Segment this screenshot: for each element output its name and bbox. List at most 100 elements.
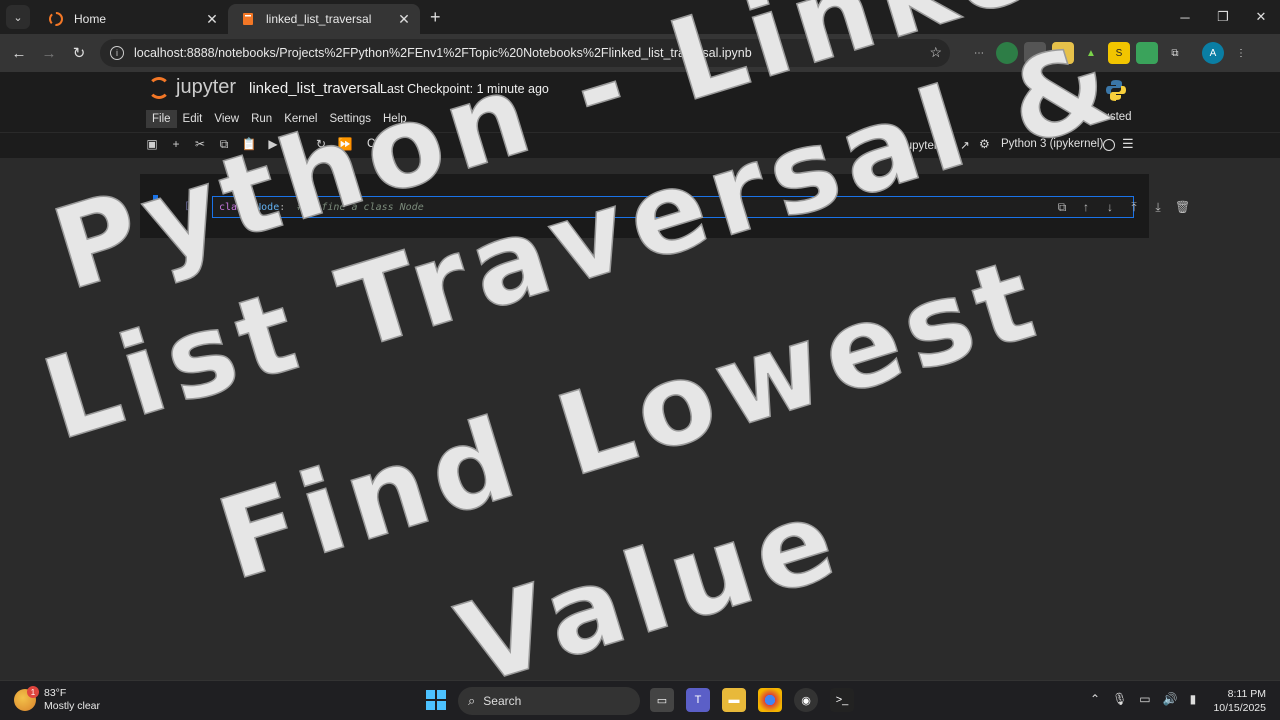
move-up-icon[interactable]: ↑ xyxy=(1079,200,1093,215)
python-logo-icon xyxy=(1106,80,1126,101)
clock-date: 10/15/2025 xyxy=(1213,702,1266,714)
chrome-icon[interactable] xyxy=(758,688,782,712)
save-icon[interactable]: ▣ xyxy=(144,137,160,151)
bookmark-star-icon[interactable]: ☆ xyxy=(929,44,942,61)
menu-edit[interactable]: Edit xyxy=(177,110,209,128)
temperature: 83°F xyxy=(44,687,67,699)
menu-file[interactable]: File xyxy=(146,110,177,128)
new-tab-icon[interactable]: + xyxy=(430,7,441,28)
tab-title: Home xyxy=(74,12,107,26)
microphone-icon[interactable]: 🎙 xyxy=(1112,692,1127,706)
cell-collapser[interactable] xyxy=(153,195,158,217)
stop-icon[interactable]: ■ xyxy=(289,137,305,151)
restart-run-all-icon[interactable]: ⏩ xyxy=(337,137,353,151)
jupyter-header: jupyter linked_list_traversal Last Check… xyxy=(0,72,1280,108)
task-view-icon[interactable]: ▭ xyxy=(650,688,674,712)
close-tab-icon[interactable]: ✕ xyxy=(204,11,220,28)
kernel-name[interactable]: Python 3 (ipykernel) xyxy=(1001,138,1103,150)
taskbar-search[interactable]: ⌕ Search xyxy=(458,687,640,715)
network-icon[interactable]: ▭ xyxy=(1139,692,1150,706)
jupyter-logo[interactable]: jupyter xyxy=(148,76,236,99)
chevron-up-icon[interactable]: ⌃ xyxy=(1090,692,1100,706)
search-label: Search xyxy=(483,694,522,708)
cell-toolbar: ⧉ ↑ ↓ ⤒ ⤓ 🗑 xyxy=(1055,200,1191,215)
clock[interactable]: 8:11 PM 10/15/2025 xyxy=(1208,687,1266,715)
maximize-icon[interactable]: ❐ xyxy=(1204,0,1242,34)
chevron-down-icon[interactable]: ⌄ xyxy=(425,138,433,149)
close-tab-icon[interactable]: ✕ xyxy=(396,11,412,28)
tab-home[interactable]: Home ✕ xyxy=(36,4,228,34)
delete-cell-icon[interactable]: 🗑 xyxy=(1175,200,1190,215)
move-down-icon[interactable]: ↓ xyxy=(1103,200,1117,215)
run-icon[interactable]: ▶ xyxy=(265,137,281,151)
menu-kernel[interactable]: Kernel xyxy=(278,110,323,128)
menu-run[interactable]: Run xyxy=(245,110,278,128)
minimize-icon[interactable]: ─ xyxy=(1166,0,1204,34)
menu-help[interactable]: Help xyxy=(377,110,413,128)
windows-start-icon[interactable] xyxy=(426,690,446,710)
extension-icon[interactable] xyxy=(1024,42,1046,64)
file-explorer-icon[interactable]: ▬ xyxy=(722,688,746,712)
extension-icon[interactable] xyxy=(1052,42,1074,64)
clock-time: 8:11 PM xyxy=(1227,688,1266,700)
back-icon[interactable]: ← xyxy=(4,45,34,62)
obs-icon[interactable]: ◉ xyxy=(794,688,818,712)
add-cell-icon[interactable]: + xyxy=(168,137,184,151)
forward-icon[interactable]: → xyxy=(34,45,64,62)
url-text: localhost:8888/notebooks/Projects%2FPyth… xyxy=(134,46,752,60)
reload-icon[interactable]: ↻ xyxy=(64,44,94,62)
tab-title: linked_list_traversal xyxy=(266,12,372,26)
extension-icon[interactable] xyxy=(996,42,1018,64)
insert-above-icon[interactable]: ⤒ xyxy=(1127,200,1141,215)
cut-icon[interactable]: ✂ xyxy=(192,137,208,151)
profile-avatar[interactable]: A xyxy=(1202,42,1224,64)
tab-notebook[interactable]: linked_list_traversal ✕ xyxy=(228,4,420,34)
copy-icon[interactable]: ⧉ xyxy=(216,137,232,152)
jupyter-logo-icon xyxy=(148,76,170,99)
close-window-icon[interactable]: ✕ xyxy=(1242,0,1280,34)
tab-search-dropdown[interactable]: ⌄ xyxy=(6,5,30,29)
notebook-toolbar: ▣ + ✂ ⧉ 📋 ▶ ■ ↻ ⏩ Code ⌄ JupyterLab ↗ ⚙ … xyxy=(0,132,1280,158)
menu-settings[interactable]: Settings xyxy=(323,110,377,128)
cell-editor[interactable]: class Node: # Define a class Node ⧉ ↑ ↓ … xyxy=(212,196,1190,218)
trusted-indicator[interactable]: Trusted xyxy=(1093,111,1132,123)
duplicate-cell-icon[interactable]: ⧉ xyxy=(1055,200,1069,215)
jupyterlab-link[interactable]: JupyterLab ↗ xyxy=(900,138,970,152)
notebook-title[interactable]: linked_list_traversal xyxy=(249,80,381,97)
window-controls: ─ ❐ ✕ xyxy=(1166,0,1280,34)
volume-icon[interactable]: 🔊 xyxy=(1163,692,1178,706)
terminal-icon[interactable]: >_ xyxy=(830,688,854,712)
jupyterlab-label: JupyterLab xyxy=(900,140,957,152)
paste-icon[interactable]: 📋 xyxy=(241,137,257,151)
browser-tab-bar: ⌄ Home ✕ linked_list_traversal ✕ + ─ ❐ ✕ xyxy=(0,0,1280,34)
extension-icon[interactable]: S xyxy=(1108,42,1130,64)
last-checkpoint: Last Checkpoint: 1 minute ago xyxy=(380,82,549,96)
teams-icon[interactable]: T xyxy=(686,688,710,712)
kernel-settings-icon[interactable]: ⚙ xyxy=(979,137,990,151)
more-icon[interactable]: ⋯ xyxy=(968,42,990,64)
taskbar-apps: ▭ T ▬ ◉ >_ xyxy=(650,688,854,712)
insert-below-icon[interactable]: ⤓ xyxy=(1151,200,1165,215)
restart-icon[interactable]: ↻ xyxy=(313,137,329,151)
battery-icon[interactable]: ▮ xyxy=(1190,692,1197,706)
code-cell[interactable]: [ ]: class Node: # Define a class Node ⧉… xyxy=(150,195,1190,219)
cell-code: class Node: # Define a class Node xyxy=(219,202,424,213)
extension-icon[interactable] xyxy=(1136,42,1158,64)
search-icon: ⌕ xyxy=(468,693,476,708)
jupyter-menubar: File Edit View Run Kernel Settings Help … xyxy=(0,108,1280,132)
weather-widget[interactable]: 1 83°F Mostly clear xyxy=(14,686,101,713)
cell-prompt: [ ]: xyxy=(184,201,209,212)
notification-badge: 1 xyxy=(27,686,39,698)
jupyter-favicon xyxy=(49,12,63,26)
code-comment: # Define a class Node xyxy=(297,202,424,213)
weather-condition: Mostly clear xyxy=(44,700,101,712)
system-tray: ⌃ 🎙 ▭ 🔊 ▮ xyxy=(1090,692,1196,706)
puzzle-icon[interactable]: ⧉ xyxy=(1164,42,1186,64)
hamburger-menu-icon[interactable]: ☰ xyxy=(1122,136,1134,152)
url-bar[interactable]: i localhost:8888/notebooks/Projects%2FPy… xyxy=(100,39,950,67)
site-info-icon[interactable]: i xyxy=(110,46,124,60)
cell-type-select[interactable]: Code xyxy=(367,138,395,150)
browser-menu-icon[interactable]: ⋮ xyxy=(1230,42,1252,64)
menu-view[interactable]: View xyxy=(208,110,245,128)
chart-extension-icon[interactable]: ▲ xyxy=(1080,42,1102,64)
